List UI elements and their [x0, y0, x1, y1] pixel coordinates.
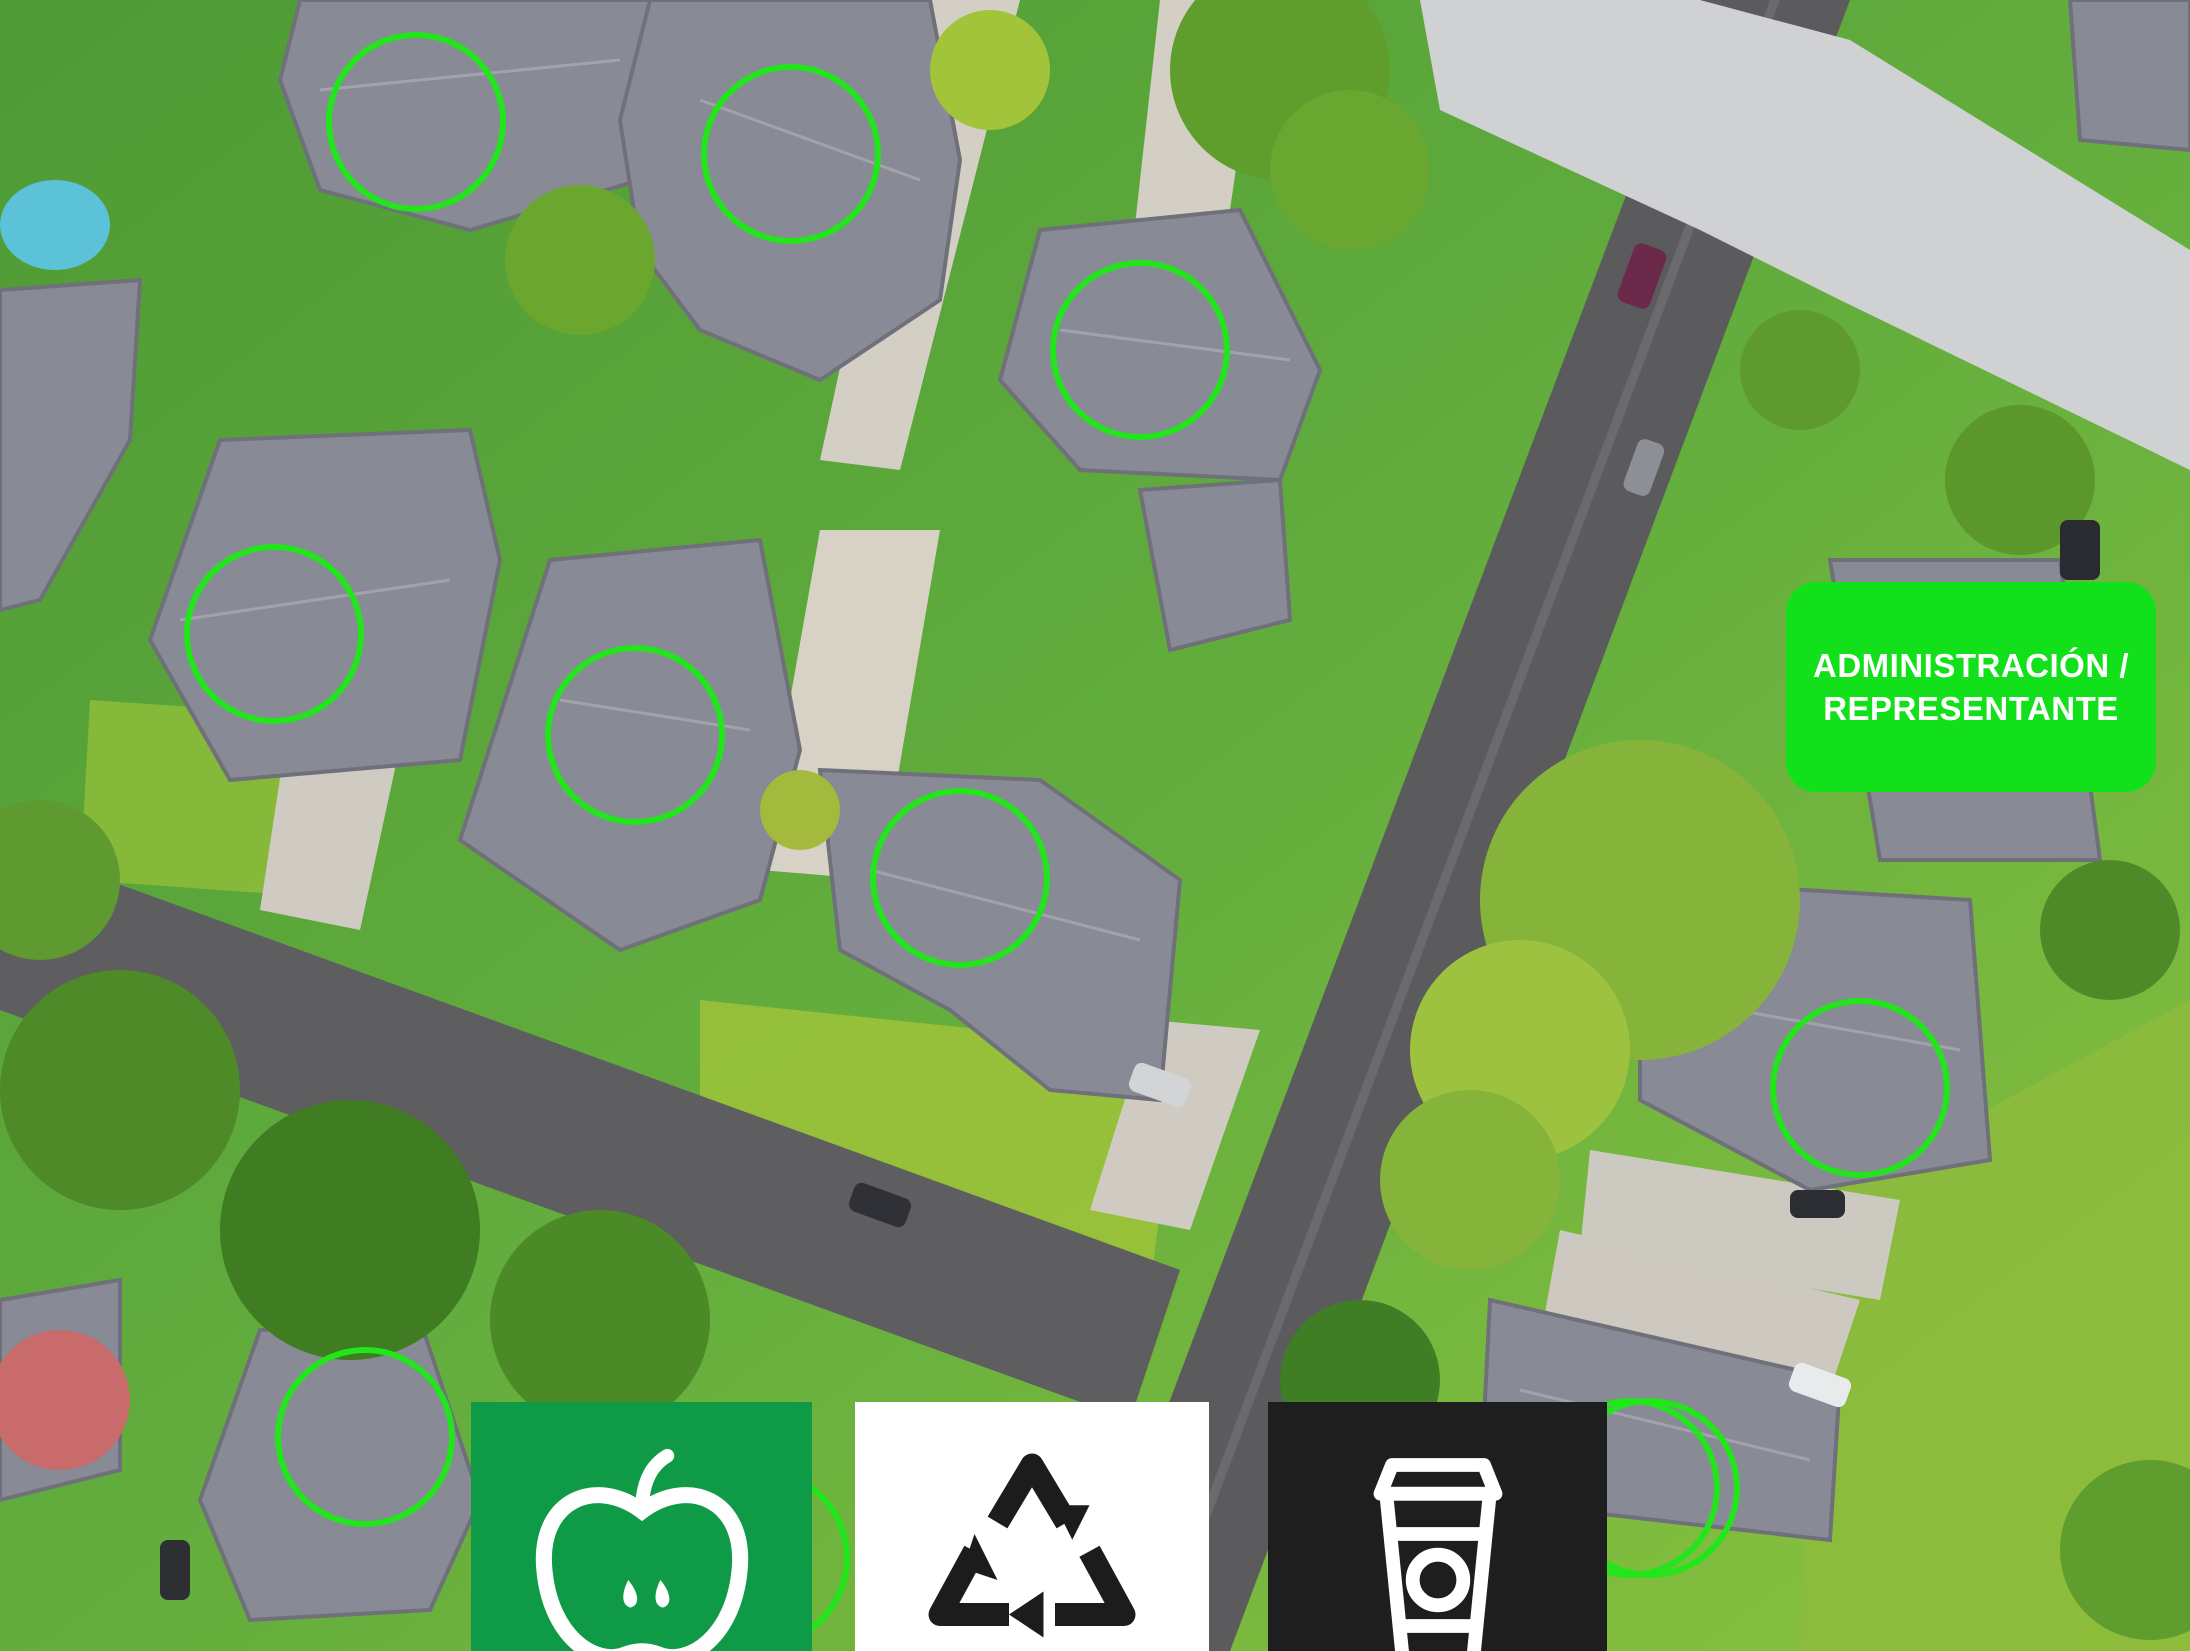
household-marker-icon[interactable] — [275, 1347, 455, 1527]
organic-waste-tile[interactable] — [471, 1402, 812, 1651]
apple-icon — [535, 1448, 748, 1651]
household-marker-icon[interactable] — [1050, 260, 1230, 440]
administration-representative-label: ADMINISTRACIÓN / REPRESENTANTE — [1813, 647, 2129, 727]
disposable-cup-icon — [1373, 1457, 1502, 1651]
household-marker-icon[interactable] — [184, 544, 364, 724]
household-marker-icon[interactable] — [701, 64, 881, 244]
household-marker-icon[interactable] — [870, 788, 1050, 968]
household-marker-icon[interactable] — [545, 645, 725, 825]
recyclable-waste-tile[interactable] — [855, 1402, 1209, 1651]
household-marker-icon[interactable] — [326, 32, 506, 212]
non-recyclable-waste-tile[interactable] — [1268, 1402, 1607, 1651]
swimming-pool — [0, 180, 110, 270]
household-marker-icon[interactable] — [1770, 998, 1950, 1178]
recycle-icon — [928, 1453, 1136, 1637]
administration-representative-badge[interactable]: ADMINISTRACIÓN / REPRESENTANTE — [1786, 582, 2156, 792]
